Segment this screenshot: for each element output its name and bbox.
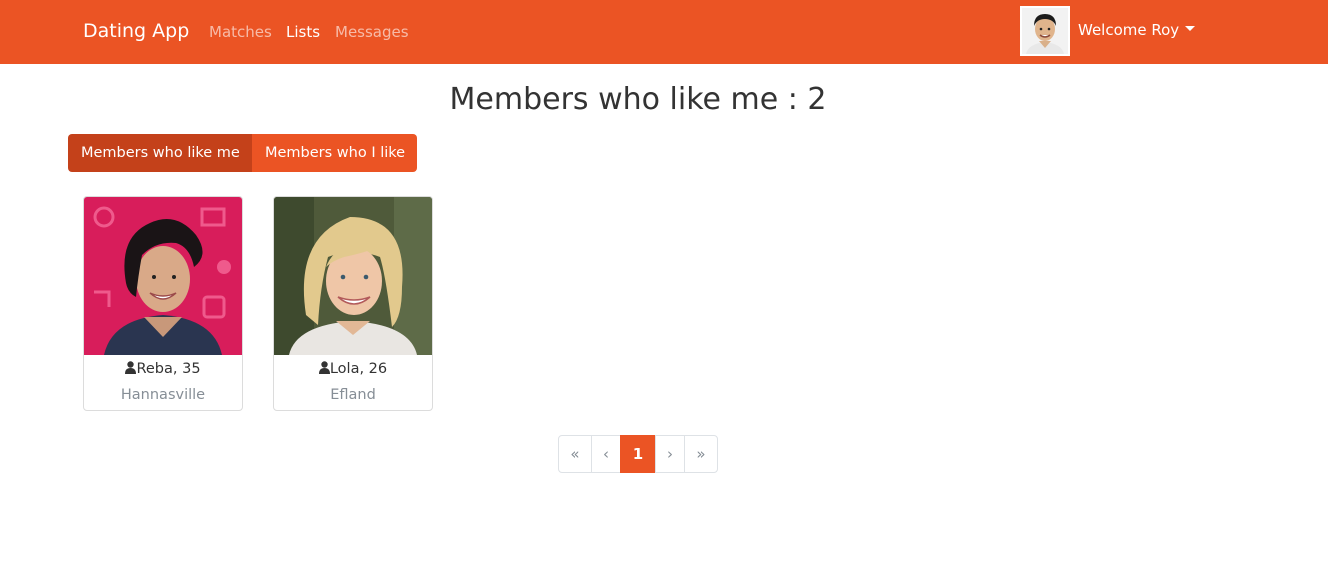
nav-link-messages[interactable]: Messages	[335, 22, 409, 42]
nav-link-matches[interactable]: Matches	[209, 22, 272, 42]
pagination-first-button[interactable]: «	[558, 435, 592, 473]
tab-members-who-like-me[interactable]: Members who like me	[68, 134, 252, 172]
member-photo	[84, 197, 242, 355]
navbar: Dating App Matches Lists Messages Welcom…	[0, 0, 1328, 64]
user-menu-toggle[interactable]: Welcome Roy	[1078, 20, 1196, 40]
caret-down-icon	[1185, 26, 1196, 31]
tab-members-who-i-like[interactable]: Members who I like	[252, 134, 417, 172]
user-avatar-image	[1022, 8, 1068, 54]
pagination: « ‹ 1 › »	[558, 435, 718, 473]
member-name-age: Reba, 35	[84, 359, 242, 379]
member-card[interactable]: Lola, 26 Efland	[273, 196, 433, 411]
member-name-age-text: Lola, 26	[329, 361, 388, 377]
brand-link[interactable]: Dating App	[83, 19, 189, 43]
member-city: Hannasville	[120, 387, 206, 403]
member-photo	[274, 197, 432, 355]
welcome-text: Welcome Roy	[1078, 21, 1180, 39]
nav-link-lists[interactable]: Lists	[286, 22, 320, 42]
member-name-age-text: Reba, 35	[136, 361, 201, 377]
member-name-age: Lola, 26	[274, 359, 432, 379]
user-icon	[318, 361, 330, 374]
pagination-prev-button[interactable]: ‹	[591, 435, 621, 473]
member-card[interactable]: Reba, 35 Hannasville	[83, 196, 243, 411]
pagination-page-1[interactable]: 1	[620, 435, 656, 473]
member-city: Efland	[330, 387, 376, 403]
pagination-last-button[interactable]: »	[684, 435, 718, 473]
user-avatar[interactable]	[1020, 6, 1070, 56]
user-icon	[125, 361, 137, 374]
likes-filter-group: Members who like me Members who I like	[68, 134, 417, 172]
page-title: Members who like me : 2	[449, 82, 827, 117]
pagination-next-button[interactable]: ›	[655, 435, 685, 473]
